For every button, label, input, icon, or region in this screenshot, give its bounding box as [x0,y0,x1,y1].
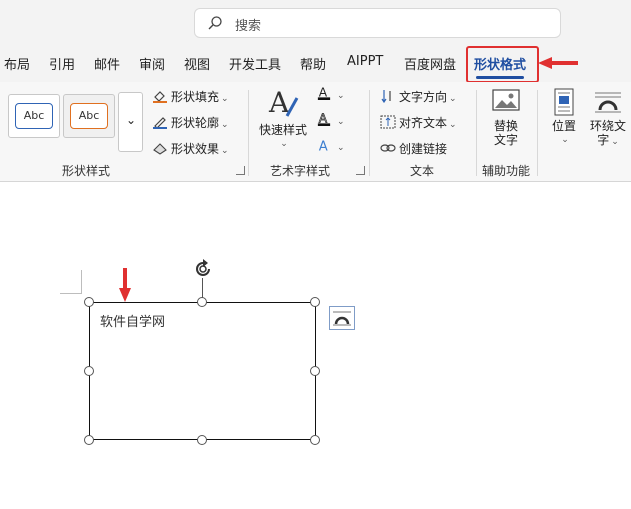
svg-text:A: A [319,139,328,152]
red-arrow-down-icon [119,268,131,302]
gallery-more-icon: ⌄ [126,113,137,127]
text-effects-button[interactable]: A ⌄ [316,138,345,153]
tab-highlight-box [466,46,539,83]
gallery-more-button[interactable]: ⌄ [118,92,143,152]
shape-effects-button[interactable]: 形状效果 ⌄ [152,140,229,157]
group-separator [248,90,249,176]
tab-layout[interactable]: 布局 [4,54,30,73]
create-link-button[interactable]: 创建链接 [380,140,447,157]
text-outline-button[interactable]: A ⌄ [316,112,345,127]
chevron-down-icon: ⌄ [280,139,288,149]
shape-fill-button[interactable]: 形状填充 ⌄ [152,88,229,105]
alt-text-label-1: 替换 [493,119,518,133]
align-text-button[interactable]: 对齐文本 ⌄ [380,114,457,131]
layout-options-button[interactable] [329,306,355,330]
resize-handle-bottom-right[interactable] [310,435,320,445]
group-separator [476,90,477,176]
group-label-accessibility: 辅助功能 [482,164,531,178]
resize-handle-bottom[interactable] [197,435,207,445]
text-direction-icon [381,90,391,103]
margin-corner-mark [60,270,82,294]
resize-handle-top-right[interactable] [310,297,320,307]
tab-mailings[interactable]: 邮件 [94,54,120,73]
tab-developer[interactable]: 开发工具 [229,54,281,73]
resize-handle-top-left[interactable] [84,297,94,307]
alt-text-icon [492,89,520,111]
shape-text[interactable]: 软件自学网 [100,311,165,330]
wordart-a-brush-icon: A [268,86,299,119]
group-label-wordart-styles: 艺术字样式 [270,164,331,178]
search-icon [208,16,222,30]
wrap-text-label-1: 环绕文 [589,119,626,133]
tab-help[interactable]: 帮助 [300,54,326,73]
group-separator [537,90,538,176]
fill-bucket-icon [153,91,167,103]
position-label: 位置 [551,119,576,133]
quick-styles-label: 快速样式 [258,123,307,137]
align-text-icon [380,115,396,129]
wrap-text-icon [595,92,621,113]
search-box[interactable]: 搜索 [194,8,561,38]
search-placeholder: 搜索 [235,19,262,34]
tab-aippt[interactable]: AIPPT [347,54,383,69]
ribbon-panel: Abc Abc ⌄ 形状填充 ⌄ 形状轮廓 ⌄ 形状效果 ⌄ 形状样式 A 快速样式 … [0,82,631,182]
position-button[interactable]: 位置 ⌄ [546,88,582,147]
resize-handle-left[interactable] [84,366,94,376]
rotate-handle-icon[interactable] [192,258,214,280]
position-icon [554,88,574,116]
text-effects-icon: A [319,139,328,152]
shape-style-blue-preview: Abc [15,103,53,129]
tab-references[interactable]: 引用 [49,54,75,73]
alt-text-button[interactable]: 替换 文字 [486,88,526,147]
wrap-text-label-2: 字 ⌄ [597,133,619,147]
chevron-down-icon: ⌄ [561,135,569,145]
resize-handle-bottom-left[interactable] [84,435,94,445]
shape-effects-icon [153,143,167,155]
link-icon [380,144,396,152]
wordart-launcher-icon[interactable] [356,166,365,175]
text-fill-button[interactable]: A ⌄ [316,86,345,101]
resize-handle-top[interactable] [197,297,207,307]
tab-review[interactable]: 审阅 [139,54,165,73]
tab-baidu-netdisk[interactable]: 百度网盘 [404,54,456,73]
text-direction-button[interactable]: 文字方向 ⌄ [380,88,457,105]
group-label-shape-styles: 形状样式 [62,164,111,178]
pen-outline-icon [153,117,167,129]
quick-styles-button[interactable]: A 快速样式 ⌄ [258,86,308,151]
group-separator [369,90,370,176]
alt-text-label-2: 文字 [493,133,518,147]
text-fill-icon: A [317,86,331,100]
layout-options-icon [333,311,351,326]
shape-style-blue[interactable]: Abc [8,94,60,138]
group-label-text: 文本 [410,164,435,178]
shape-outline-button[interactable]: 形状轮廓 ⌄ [152,114,229,131]
shape-styles-launcher-icon[interactable] [236,166,245,175]
resize-handle-right[interactable] [310,366,320,376]
shape-style-orange-preview: Abc [70,103,108,129]
text-outline-icon: A [317,112,331,126]
shape-style-orange[interactable]: Abc [63,94,115,138]
red-arrow-left-icon [538,57,578,69]
tab-view[interactable]: 视图 [184,54,210,73]
wrap-text-button[interactable]: 环绕文 字 ⌄ [586,88,630,149]
